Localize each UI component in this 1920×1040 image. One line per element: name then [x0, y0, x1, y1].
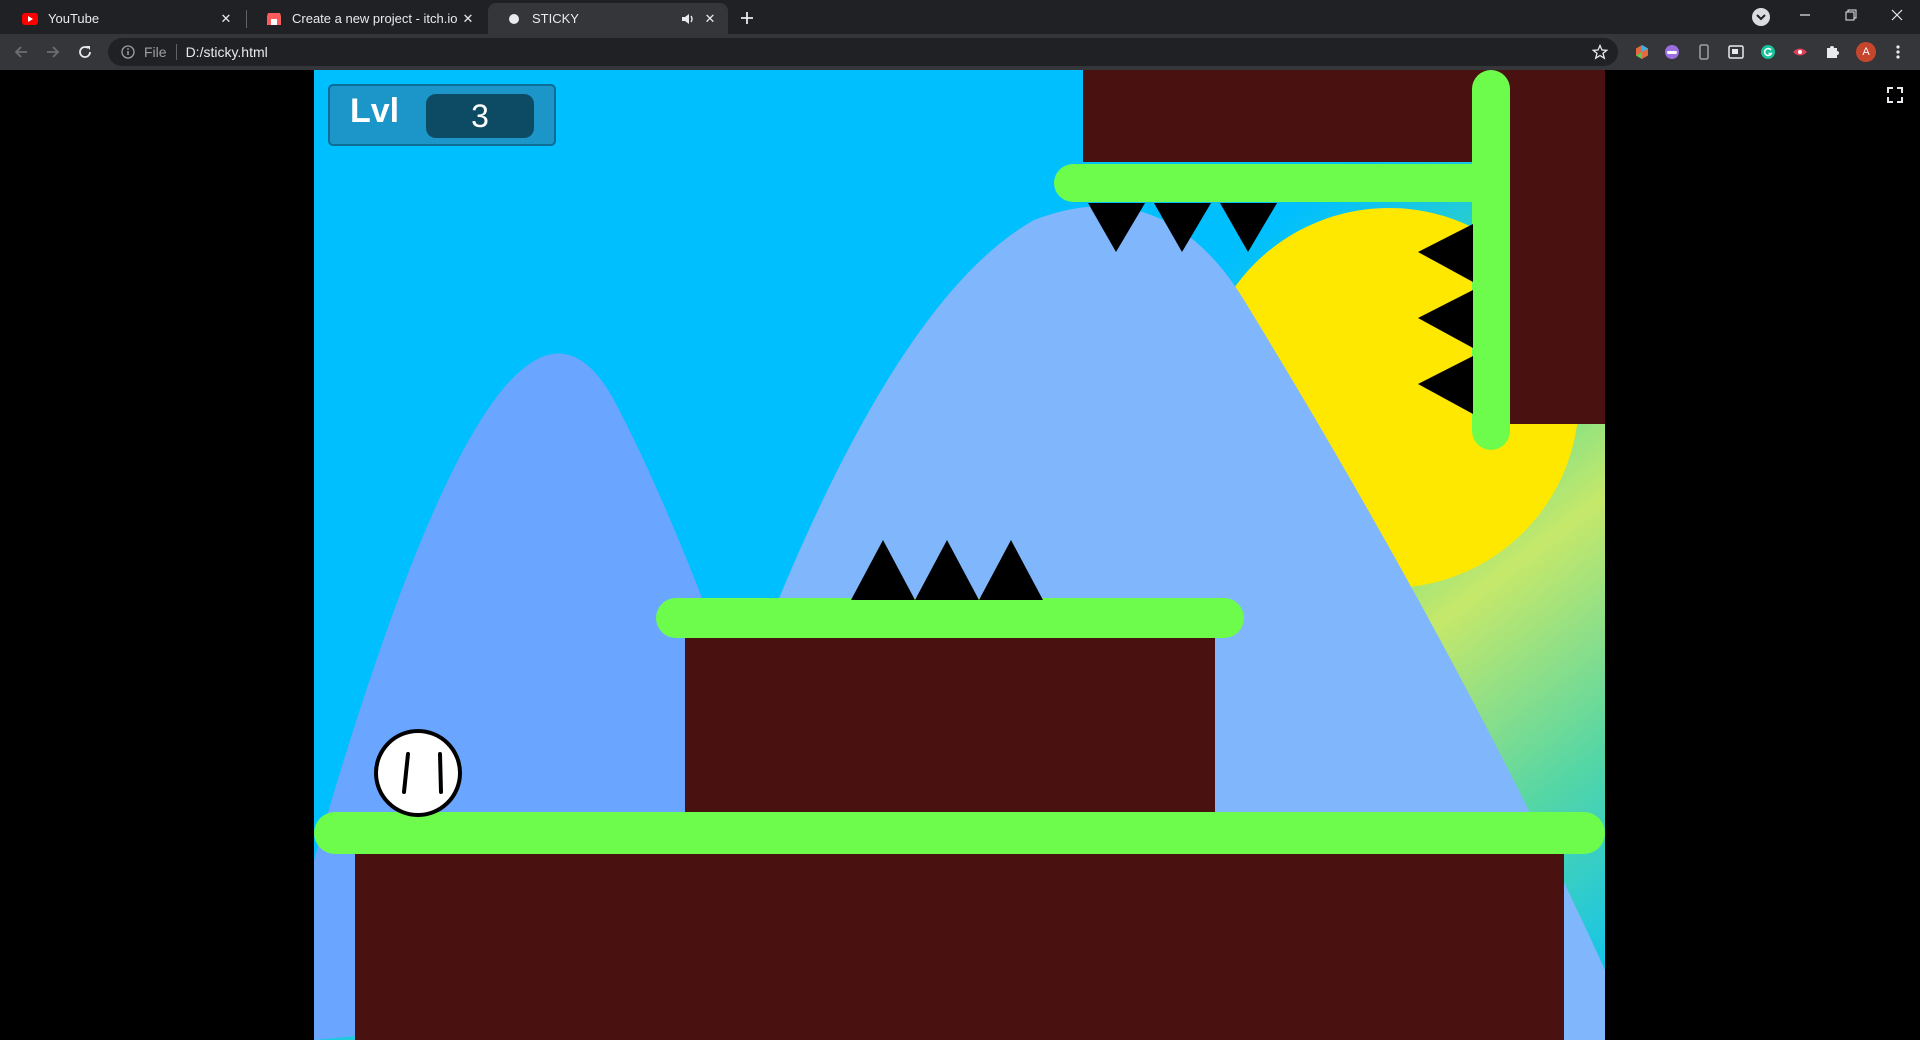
browser-toolbar: File D:/sticky.html A	[0, 34, 1920, 70]
extension-window-icon[interactable]	[1728, 44, 1744, 60]
tab-title: YouTube	[48, 11, 100, 26]
extension-colorful-icon[interactable]	[1634, 44, 1650, 60]
tab-title: STICKY	[532, 11, 579, 26]
window-close-button[interactable]	[1874, 0, 1920, 30]
extension-glasses-icon[interactable]	[1664, 44, 1680, 60]
tab-divider	[246, 10, 247, 28]
player-ball	[374, 729, 462, 817]
extension-grammarly-icon[interactable]	[1760, 44, 1776, 60]
ceiling-spikes	[1088, 203, 1277, 252]
tab-title: Create a new project - itch.io	[292, 11, 458, 26]
minimize-icon	[1800, 14, 1810, 16]
info-icon[interactable]	[120, 44, 136, 60]
forward-button[interactable]	[39, 38, 67, 66]
reload-button[interactable]	[71, 38, 99, 66]
reload-icon	[79, 46, 91, 58]
address-bar[interactable]: File D:/sticky.html	[108, 38, 1618, 66]
close-icon[interactable]: ✕	[218, 11, 234, 27]
middle-platform	[656, 598, 1244, 638]
restore-icon	[1845, 9, 1857, 21]
tab-search-button[interactable]	[1752, 8, 1770, 26]
middle-block	[685, 630, 1215, 812]
divider	[175, 44, 177, 60]
url-scheme-label: File	[144, 44, 167, 60]
menu-dots-icon[interactable]	[1888, 42, 1908, 62]
url-text[interactable]: D:/sticky.html	[186, 44, 268, 60]
extension-eye-icon[interactable]	[1792, 44, 1808, 60]
speaker-icon[interactable]	[680, 13, 696, 25]
close-icon	[1891, 9, 1903, 21]
level-hud: Lvl 3	[328, 84, 556, 146]
tab-itchio[interactable]: Create a new project - itch.io ✕	[248, 3, 486, 34]
arrow-left-icon	[14, 46, 27, 58]
fullscreen-icon[interactable]	[1886, 86, 1904, 104]
page-viewport: Lvl 3	[0, 70, 1920, 1040]
minimize-button[interactable]	[1782, 0, 1828, 30]
tab-youtube[interactable]: YouTube ✕	[4, 3, 244, 34]
extension-phone-icon[interactable]	[1696, 44, 1712, 60]
back-button[interactable]	[7, 38, 35, 66]
profile-avatar[interactable]: A	[1856, 42, 1876, 62]
star-icon[interactable]	[1591, 43, 1609, 60]
level-value: 3	[426, 94, 534, 138]
player-eye-right	[438, 752, 443, 794]
tab-sticky[interactable]: STICKY ✕	[488, 3, 728, 34]
ceiling-block	[1083, 70, 1508, 162]
wall-spikes	[1418, 224, 1473, 414]
level-label: Lvl	[350, 92, 400, 130]
sticky-wall	[1472, 70, 1510, 450]
close-icon[interactable]: ✕	[460, 11, 476, 27]
close-icon[interactable]: ✕	[702, 11, 718, 27]
tab-strip: YouTube ✕ Create a new project - itch.io…	[0, 0, 1920, 34]
floor-spikes	[851, 540, 1043, 600]
plus-icon	[741, 12, 753, 24]
game-canvas[interactable]: Lvl 3	[314, 70, 1605, 1040]
extensions-puzzle-icon[interactable]	[1824, 44, 1840, 60]
ground-block	[355, 840, 1564, 1040]
new-tab-button[interactable]	[735, 6, 759, 30]
restore-button[interactable]	[1828, 0, 1874, 30]
youtube-icon	[22, 11, 38, 27]
page-icon	[506, 11, 522, 27]
chevron-down-icon	[1756, 14, 1766, 21]
ceiling-ledge	[1054, 164, 1505, 202]
arrow-right-icon	[47, 46, 60, 58]
game-scene	[314, 70, 1605, 1040]
itchio-icon	[266, 11, 282, 27]
ground-platform	[314, 812, 1605, 854]
right-wall-block	[1494, 70, 1605, 424]
